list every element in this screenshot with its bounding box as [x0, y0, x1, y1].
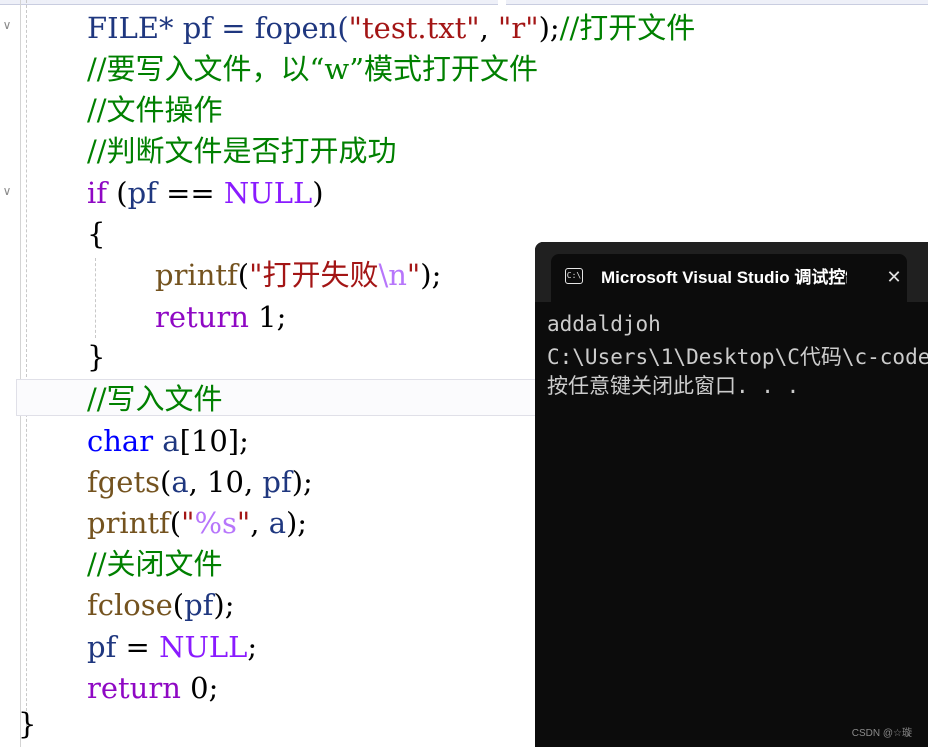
- code-line-return: return 1;: [155, 297, 286, 338]
- console-output-line: 按任意键关闭此窗口. . .: [547, 374, 800, 398]
- editor-top-bar: [0, 0, 928, 6]
- code-line-fgets: fgets(a, 10, pf);: [87, 462, 313, 503]
- string-literal: ": [406, 258, 421, 292]
- function-name: fgets: [87, 465, 160, 499]
- code-token: );: [285, 506, 308, 540]
- close-tab-icon[interactable]: ✕: [883, 266, 905, 290]
- code-comment: //打开文件: [559, 11, 696, 45]
- fold-toggle-icon[interactable]: ∨: [0, 184, 14, 198]
- code-comment: //写入文件: [87, 382, 223, 416]
- code-token: , 10,: [188, 465, 263, 499]
- code-line-1: FILE* pf = fopen("test.txt", "r");//打开文件: [87, 8, 695, 49]
- code-token: FILE* pf = fopen(: [87, 11, 349, 45]
- code-token: );: [420, 258, 442, 292]
- code-token: ,: [479, 11, 499, 45]
- string-literal: ": [236, 506, 251, 540]
- macro: NULL: [223, 176, 313, 210]
- debug-console-window[interactable]: C:\ Microsoft Visual Studio 调试控制台 ✕ adda…: [535, 242, 928, 747]
- gutter-separator: [20, 0, 21, 747]
- indent-guide: [26, 0, 27, 726]
- console-tab[interactable]: C:\ Microsoft Visual Studio 调试控制台 ✕: [551, 254, 907, 302]
- variable: pf: [262, 465, 292, 499]
- variable: pf: [87, 630, 117, 664]
- variable: a: [268, 506, 286, 540]
- function-name: printf: [87, 506, 170, 540]
- code-token: ,: [250, 506, 269, 540]
- console-output[interactable]: addaldjoh C:\Users\1\Desktop\C代码\c-code …: [547, 312, 928, 399]
- code-token: );: [213, 588, 235, 622]
- code-token: (: [172, 588, 185, 622]
- code-token: ==: [156, 176, 224, 210]
- variable: a: [171, 465, 189, 499]
- code-token: ): [312, 176, 324, 210]
- close-brace: }: [87, 340, 106, 374]
- string-literal: ": [181, 506, 195, 540]
- code-token: (: [169, 506, 182, 540]
- indent-guide: [95, 258, 96, 338]
- code-token: );: [291, 465, 313, 499]
- keyword: if: [87, 176, 108, 210]
- variable: pf: [184, 588, 214, 622]
- editor-tab-strip-left: [0, 0, 498, 5]
- code-line-printf: printf("打开失败\n");: [155, 255, 441, 296]
- console-output-line: addaldjoh: [547, 312, 661, 336]
- console-output-line: C:\Users\1\Desktop\C代码\c-code: [547, 345, 928, 369]
- code-token: );: [538, 11, 560, 45]
- keyword: return: [87, 671, 181, 705]
- code-comment: //关闭文件: [87, 547, 223, 581]
- code-comment: //文件操作: [87, 93, 223, 127]
- variable: pf: [127, 176, 157, 210]
- code-token: =: [116, 630, 160, 664]
- code-line-return-0: return 0;: [87, 668, 218, 709]
- code-line-assign: pf = NULL;: [87, 627, 257, 668]
- code-token: (: [160, 465, 172, 499]
- function-name: printf: [155, 258, 238, 292]
- code-token: 1;: [248, 300, 287, 334]
- console-title: Microsoft Visual Studio 调试控制台: [601, 268, 847, 287]
- string-literal: "r": [498, 11, 539, 45]
- code-token: ;: [247, 630, 258, 664]
- open-brace: {: [87, 217, 106, 251]
- string-literal: "打开失败: [249, 258, 379, 292]
- code-line-fclose: fclose(pf);: [87, 585, 235, 626]
- close-brace: }: [18, 707, 37, 741]
- code-line-printf-2: printf("%s", a);: [87, 503, 307, 544]
- code-token: (: [237, 258, 250, 292]
- code-line-char: char a[10];: [87, 421, 249, 462]
- code-line-if: if (pf == NULL): [87, 173, 324, 214]
- code-comment: //判断文件是否打开成功: [87, 134, 397, 168]
- code-token: (: [107, 176, 128, 210]
- editor-tab-strip-right: [506, 0, 928, 5]
- code-token: [10];: [179, 424, 249, 458]
- terminal-icon: C:\: [565, 268, 583, 284]
- keyword: return: [155, 300, 249, 334]
- function-name: fclose: [87, 588, 173, 622]
- variable: a: [153, 424, 180, 458]
- macro: NULL: [159, 630, 248, 664]
- string-literal: "test.txt": [348, 11, 480, 45]
- fold-toggle-icon[interactable]: ∨: [0, 18, 14, 32]
- escape-sequence: \n: [378, 258, 407, 292]
- console-titlebar[interactable]: C:\ Microsoft Visual Studio 调试控制台 ✕: [535, 242, 928, 302]
- format-specifier: %s: [194, 506, 237, 540]
- watermark: CSDN @☆璇: [851, 728, 912, 739]
- code-token: 0;: [180, 671, 219, 705]
- keyword: char: [87, 424, 154, 458]
- code-comment: //要写入文件，以“w”模式打开文件: [87, 52, 539, 86]
